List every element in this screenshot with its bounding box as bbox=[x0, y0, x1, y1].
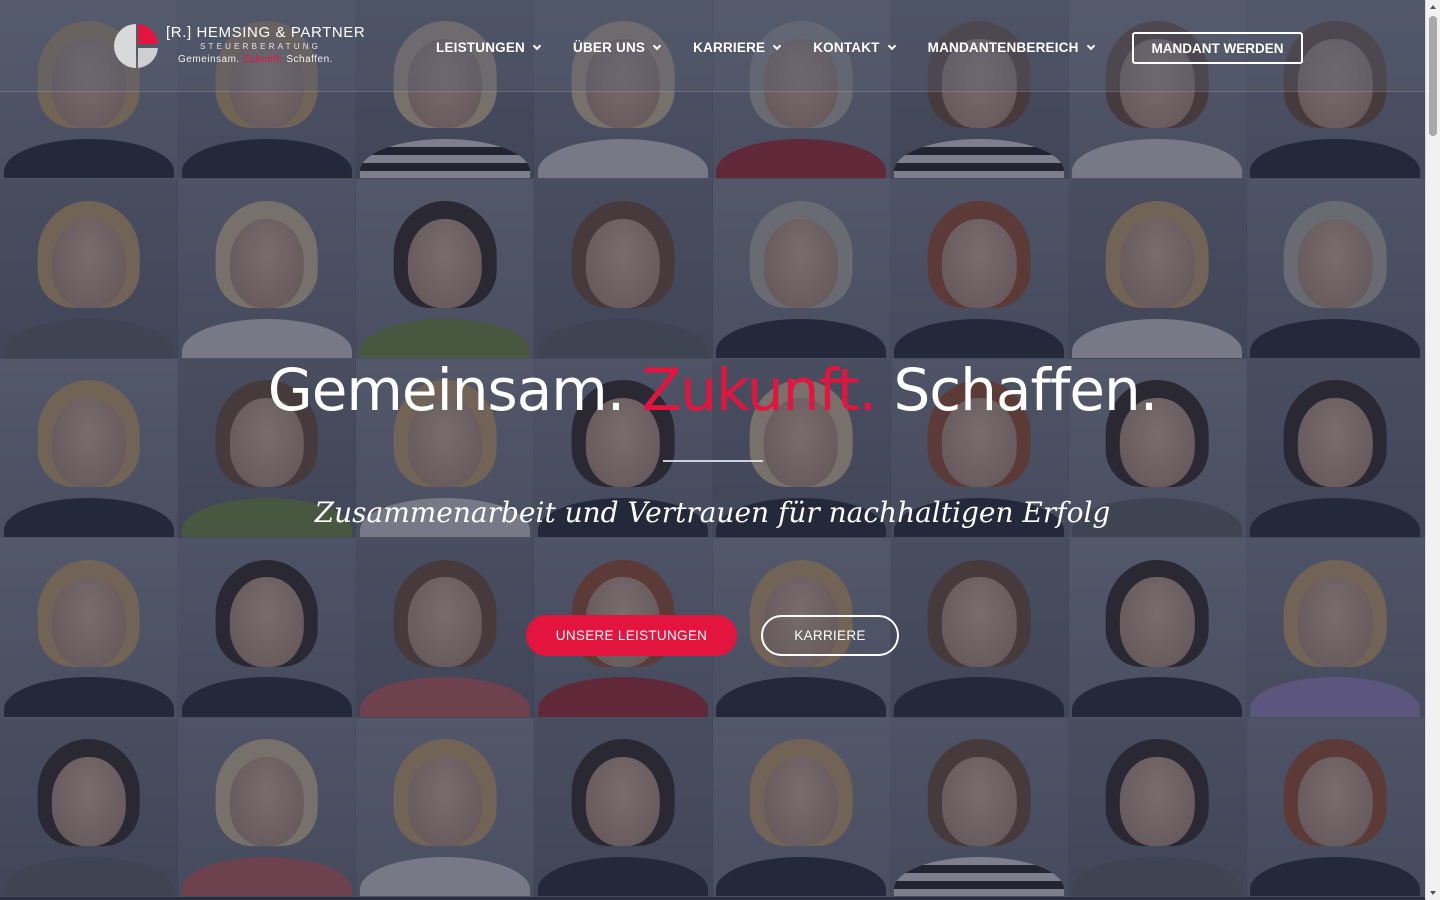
nav-item-label: KARRIERE bbox=[693, 40, 766, 55]
nav-item-ueber-uns[interactable]: ÜBER UNS bbox=[573, 40, 662, 55]
nav-item-label: KONTAKT bbox=[813, 40, 880, 55]
nav-item-label: MANDANTENBEREICH bbox=[927, 40, 1079, 55]
main-nav: LEISTUNGEN ÜBER UNS KARRIERE KONTAKT MAN… bbox=[436, 40, 1127, 55]
karriere-button[interactable]: KARRIERE bbox=[761, 615, 899, 656]
chevron-down-icon bbox=[532, 41, 542, 51]
nav-item-label: LEISTUNGEN bbox=[436, 40, 526, 55]
nav-item-label: ÜBER UNS bbox=[573, 40, 646, 55]
chevron-down-icon bbox=[887, 41, 896, 51]
hero-subtitle: Zusammenarbeit und Vertrauen für nachhal… bbox=[314, 496, 1111, 529]
logo-tagline-part3: Schaffen. bbox=[286, 54, 333, 65]
nav-item-kontakt[interactable]: KONTAKT bbox=[813, 40, 896, 55]
logo-tagline-part2: Zukunft. bbox=[242, 54, 284, 65]
hero-overlay bbox=[0, 0, 1425, 900]
scroll-down-arrow-icon[interactable] bbox=[1426, 886, 1440, 900]
logo-tagline: Gemeinsam. Zukunft. Schaffen. bbox=[178, 54, 333, 65]
site-logo[interactable]: [R.] HEMSING & PARTNER STEUERBERATUNG Ge… bbox=[112, 22, 366, 70]
logo-tagline-part1: Gemeinsam. bbox=[178, 54, 240, 65]
hero-title-part3: Schaffen. bbox=[893, 356, 1158, 424]
hero-title-part2: Zukunft. bbox=[641, 356, 877, 424]
hero-title-part1: Gemeinsam. bbox=[267, 356, 625, 424]
unsere-leistungen-button[interactable]: UNSERE LEISTUNGEN bbox=[526, 615, 737, 656]
logo-subtitle: STEUERBERATUNG bbox=[200, 42, 322, 51]
chevron-down-icon bbox=[1086, 41, 1095, 51]
nav-item-karriere[interactable]: KARRIERE bbox=[693, 40, 782, 55]
logo-mark-icon bbox=[114, 24, 158, 68]
hero-title: Gemeinsam. Zukunft. Schaffen. bbox=[0, 356, 1425, 424]
logo-title: [R.] HEMSING & PARTNER bbox=[166, 24, 366, 41]
scrollbar-thumb[interactable] bbox=[1429, 16, 1437, 136]
nav-item-leistungen[interactable]: LEISTUNGEN bbox=[436, 40, 542, 55]
chevron-down-icon bbox=[652, 41, 662, 51]
chevron-down-icon bbox=[772, 41, 782, 51]
hero-divider bbox=[663, 460, 763, 462]
page-scrollbar[interactable] bbox=[1425, 0, 1440, 900]
mandant-werden-button[interactable]: MANDANT WERDEN bbox=[1132, 32, 1303, 64]
nav-item-mandantenbereich[interactable]: MANDANTENBEREICH bbox=[927, 40, 1095, 55]
scroll-up-arrow-icon[interactable] bbox=[1426, 0, 1440, 14]
